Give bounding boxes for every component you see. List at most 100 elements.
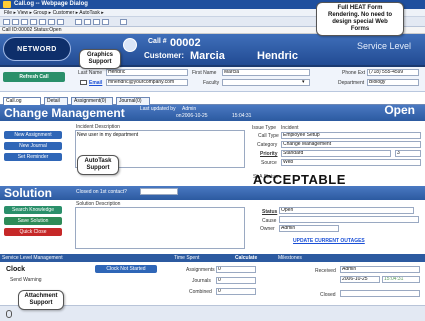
autotask-callout: AutoTask Support [77, 155, 119, 175]
help-icon[interactable] [120, 19, 127, 25]
last-name-label: Last Name [78, 70, 103, 76]
first-record-icon[interactable] [75, 19, 82, 25]
solution-status-field[interactable]: Open [279, 207, 414, 214]
change-management-bar: Change Management [0, 105, 425, 121]
department-label: Department [338, 80, 365, 86]
new-journal-button[interactable]: New Journal [4, 142, 62, 150]
attachment-callout: Attachment Support [18, 290, 64, 310]
last-name-field[interactable]: Hendric [106, 69, 188, 76]
new-icon[interactable] [3, 19, 10, 25]
phone-field[interactable]: (718) 555-4599 [367, 69, 419, 76]
clock-label: Clock [6, 266, 26, 273]
email-field[interactable]: mhendric@yourcompany.com [106, 79, 188, 86]
tab-strip: Call.og Detail Assignment(0) Journal(0) [0, 97, 425, 105]
last-record-icon[interactable] [102, 19, 109, 25]
received-date: 2006-10-25 [340, 276, 380, 283]
source-select[interactable]: Web [281, 159, 421, 166]
attachment-bar [0, 305, 425, 321]
assignments-value: 0 [216, 266, 256, 273]
issue-type: Incident [281, 125, 299, 131]
heat-callout: Full HEAT Form Rendering. No need to des… [316, 2, 404, 36]
closed-first-contact-select[interactable] [140, 188, 178, 195]
priority-select[interactable]: Standard [281, 150, 391, 157]
closed-label: Closed [320, 292, 336, 298]
first-name-label: First Name [192, 70, 217, 76]
received-time: 15:04:31 [382, 276, 420, 283]
updated-by-label: Last updated by [140, 106, 176, 112]
category-label: Category [257, 142, 278, 148]
closed-first-contact-label: Closed on 1st contact? [76, 189, 127, 195]
priority-number[interactable]: 3 [395, 150, 421, 157]
journals-label: Journals [192, 278, 211, 284]
updated-on-label: on [176, 113, 182, 119]
assignments-label: Assignments [186, 267, 215, 273]
department-field[interactable]: Biology [367, 79, 419, 86]
email-link[interactable]: Email [89, 80, 102, 86]
set-reminder-button[interactable]: Set Reminder [4, 153, 62, 161]
clock-button[interactable]: Clock Not Started [95, 265, 157, 273]
app-icon [3, 1, 11, 8]
attach-icon[interactable] [48, 19, 55, 25]
solution-description-field[interactable] [75, 207, 245, 249]
tab-detail[interactable]: Detail [44, 97, 68, 105]
updated-time: 15:04:31 [232, 113, 252, 119]
owner-label: Owner [260, 226, 275, 232]
search-knowledge-button[interactable]: Search Knowledge [4, 206, 62, 214]
owner-field[interactable]: Admin [279, 225, 339, 232]
updated-date: 2006-10-25 [182, 113, 208, 119]
service-level-label: Service Level [356, 41, 411, 51]
print-icon[interactable] [30, 19, 37, 25]
updated-by: Admin [182, 106, 197, 112]
email-icon[interactable] [39, 19, 46, 25]
chevron-down-icon: ▾ [302, 79, 305, 85]
calculate-button[interactable]: Calculate [233, 254, 257, 262]
cause-select[interactable] [279, 216, 419, 223]
faculty-label: Faculty [203, 80, 220, 86]
change-management-title: Change Management [4, 106, 125, 120]
tab-assignment[interactable]: Assignment(0) [71, 97, 113, 105]
combined-label: Combined [189, 289, 212, 295]
call-type-label: Call Type [258, 133, 279, 139]
customer-label: Customer: [144, 51, 185, 60]
save-solution-button[interactable]: Save Solution [4, 217, 62, 225]
call-type-select[interactable]: Employee Setup [281, 132, 421, 139]
solution-title: Solution [4, 186, 52, 200]
bottom-section-bar: Service Level Management Time Spent Calc… [0, 254, 425, 262]
solution-bar: Solution [0, 186, 425, 200]
issue-type-label: Issue Type [252, 125, 277, 131]
milestones-section: Milestones [278, 255, 302, 261]
received-by: Admin [340, 266, 420, 273]
tab-callog[interactable]: Call.og [3, 97, 41, 105]
open-icon[interactable] [12, 19, 19, 25]
solution-status-label: Status [262, 209, 278, 215]
prev-record-icon[interactable] [84, 19, 91, 25]
email-icon [80, 80, 87, 85]
new-assignment-button[interactable]: New Assignment [4, 131, 62, 139]
refresh-call-button[interactable]: Refresh Call [3, 72, 65, 82]
tab-journal[interactable]: Journal(0) [116, 97, 150, 105]
sla-status: ACCEPTABLE [253, 172, 346, 187]
next-record-icon[interactable] [93, 19, 100, 25]
journals-value: 0 [216, 277, 256, 284]
phone-label: Phone Ext [342, 70, 366, 76]
call-status: Open [384, 103, 415, 117]
save-icon[interactable] [21, 19, 28, 25]
faculty-select[interactable] [222, 79, 310, 86]
received-label: Received [315, 268, 336, 274]
category-select[interactable]: Change Management [281, 141, 421, 148]
call-number-label: Call # [148, 38, 167, 45]
logo: NETWORD [3, 37, 71, 61]
paperclip-icon[interactable] [6, 310, 12, 318]
time-spent-section: Time Spent [174, 255, 200, 261]
source-label: Source [261, 160, 277, 166]
combined-value: 0 [216, 288, 256, 295]
graphics-callout: Graphics Support [79, 49, 121, 69]
quick-close-button[interactable]: Quick Close [4, 228, 62, 236]
send-warning-label: Send Warning [10, 277, 42, 283]
customer-first-name: Marcia [190, 50, 225, 62]
closed-value [340, 290, 420, 297]
update-outages-link[interactable]: UPDATE CURRENT OUTAGES [293, 238, 365, 244]
customer-last-name: Hendric [257, 50, 298, 62]
refresh-icon[interactable] [57, 19, 64, 25]
first-name-field[interactable]: Marcia [222, 69, 310, 76]
